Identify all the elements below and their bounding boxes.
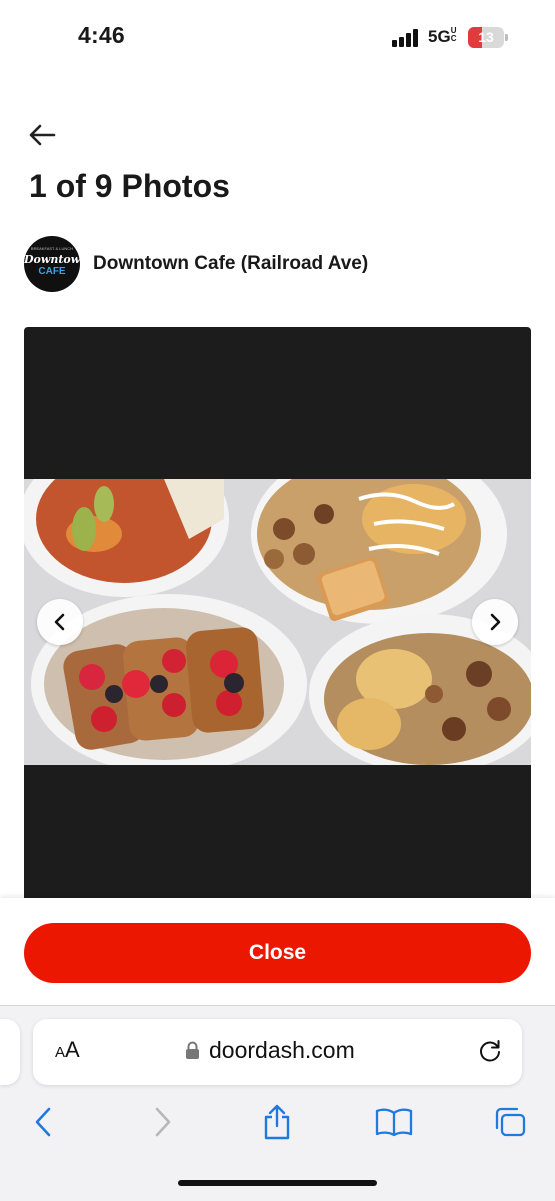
status-bar: 4:46 5GUC 13 [0, 0, 555, 70]
text-size-button[interactable]: AA [55, 1037, 80, 1063]
share-button[interactable] [257, 1102, 297, 1142]
chevron-right-icon [155, 1107, 171, 1137]
store-info: BREAKFAST & LUNCH Downtown CAFE Downtown… [24, 235, 368, 293]
network-indicator: 5GUC [428, 27, 459, 47]
back-button[interactable] [24, 120, 60, 150]
share-icon [264, 1104, 290, 1140]
url-text: doordash.com [209, 1037, 355, 1063]
bookmarks-button[interactable] [374, 1102, 414, 1142]
back-arrow-icon [29, 124, 56, 146]
photo-viewer [24, 327, 531, 902]
chevron-left-icon [35, 1107, 51, 1137]
food-photo [24, 479, 531, 765]
next-photo-button[interactable] [472, 599, 518, 645]
tabs-button[interactable] [490, 1102, 530, 1142]
lock-icon [186, 1041, 199, 1059]
store-logo: BREAKFAST & LUNCH Downtown CAFE [24, 236, 80, 292]
modal-footer: Close [0, 898, 555, 1005]
battery-icon: 13 [468, 27, 508, 48]
store-name: Downtown Cafe (Railroad Ave) [93, 253, 369, 274]
text-size-small-a: A [55, 1044, 66, 1061]
browser-toolbar: AA doordash.com [0, 1005, 555, 1201]
chevron-right-icon [490, 613, 501, 631]
home-indicator [178, 1180, 377, 1186]
tabs-icon [495, 1107, 526, 1137]
url-display[interactable]: doordash.com [185, 1037, 355, 1064]
close-button[interactable]: Close [24, 923, 531, 983]
browser-forward-button[interactable] [143, 1102, 183, 1142]
reload-icon[interactable] [477, 1038, 503, 1064]
text-size-large-a: A [65, 1037, 80, 1062]
network-suffix: UC [450, 26, 457, 43]
previous-tab-edge[interactable] [0, 1019, 20, 1085]
network-type: 5G [428, 27, 451, 46]
battery-level: 13 [478, 29, 494, 45]
signal-strength-icon [392, 29, 418, 47]
bookmarks-icon [375, 1108, 413, 1137]
status-time: 4:46 [78, 22, 125, 48]
previous-photo-button[interactable] [37, 599, 83, 645]
chevron-left-icon [54, 613, 65, 631]
page-title: 1 of 9 Photos [29, 168, 230, 204]
browser-back-button[interactable] [23, 1102, 63, 1142]
address-bar[interactable]: AA doordash.com [33, 1019, 522, 1085]
